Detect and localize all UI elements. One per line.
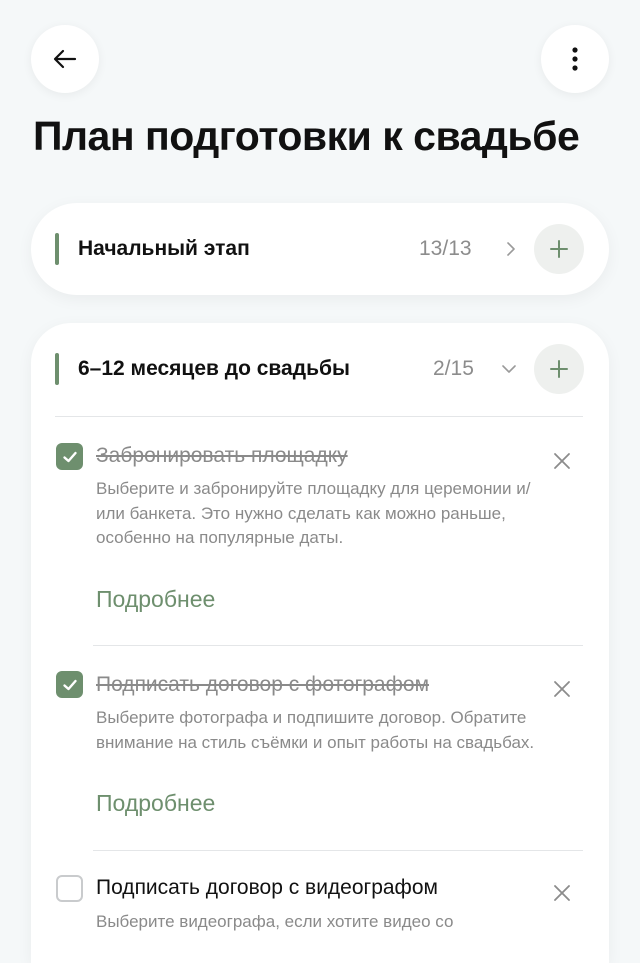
section-card-initial-stage[interactable]: Начальный этап 13/13	[31, 203, 609, 295]
section-accent-bar	[55, 233, 59, 265]
divider	[93, 850, 583, 851]
task-checkbox[interactable]	[56, 875, 83, 902]
task-description: Выберите видеографа, если хотите видео с…	[96, 912, 454, 931]
check-icon	[62, 679, 77, 690]
section-accent-bar	[55, 353, 59, 385]
more-menu-button[interactable]	[541, 25, 609, 93]
plus-icon	[550, 360, 568, 378]
chevron-down-icon[interactable]	[501, 361, 517, 377]
arrow-left-icon	[53, 49, 77, 69]
more-link[interactable]: Подробнее	[96, 790, 215, 817]
section-title: Начальный этап	[78, 237, 250, 260]
check-icon	[62, 451, 77, 462]
section-progress-count: 2/15	[433, 357, 474, 380]
more-link[interactable]: Подробнее	[96, 586, 215, 613]
add-task-button[interactable]	[534, 224, 584, 274]
task-title[interactable]: Подписать договор с видеографом	[96, 876, 438, 900]
task-title[interactable]: Забронировать площадку	[96, 444, 348, 468]
close-icon[interactable]	[551, 450, 573, 472]
back-button[interactable]	[31, 25, 99, 93]
more-vertical-icon	[572, 47, 578, 71]
task-description: Выберите фотографа и подпишите договор. …	[96, 708, 535, 752]
close-icon[interactable]	[551, 678, 573, 700]
plus-icon	[550, 240, 568, 258]
page-title: План подготовки к свадьбе	[33, 113, 580, 159]
section-card-6-12-months: 6–12 месяцев до свадьбы 2/15 Забронирова…	[31, 323, 609, 963]
divider	[93, 645, 583, 646]
section-title[interactable]: 6–12 месяцев до свадьбы	[78, 357, 350, 381]
chevron-right-icon[interactable]	[503, 241, 519, 257]
add-task-button[interactable]	[534, 344, 584, 394]
task-title[interactable]: Подписать договор с фотографом	[96, 673, 429, 697]
section-progress-count: 13/13	[419, 237, 472, 260]
task-checkbox[interactable]	[56, 671, 83, 698]
close-icon[interactable]	[551, 882, 573, 904]
divider	[55, 416, 583, 417]
task-checkbox[interactable]	[56, 443, 83, 470]
task-description: Выберите и забронируйте площадку для цер…	[96, 479, 531, 547]
